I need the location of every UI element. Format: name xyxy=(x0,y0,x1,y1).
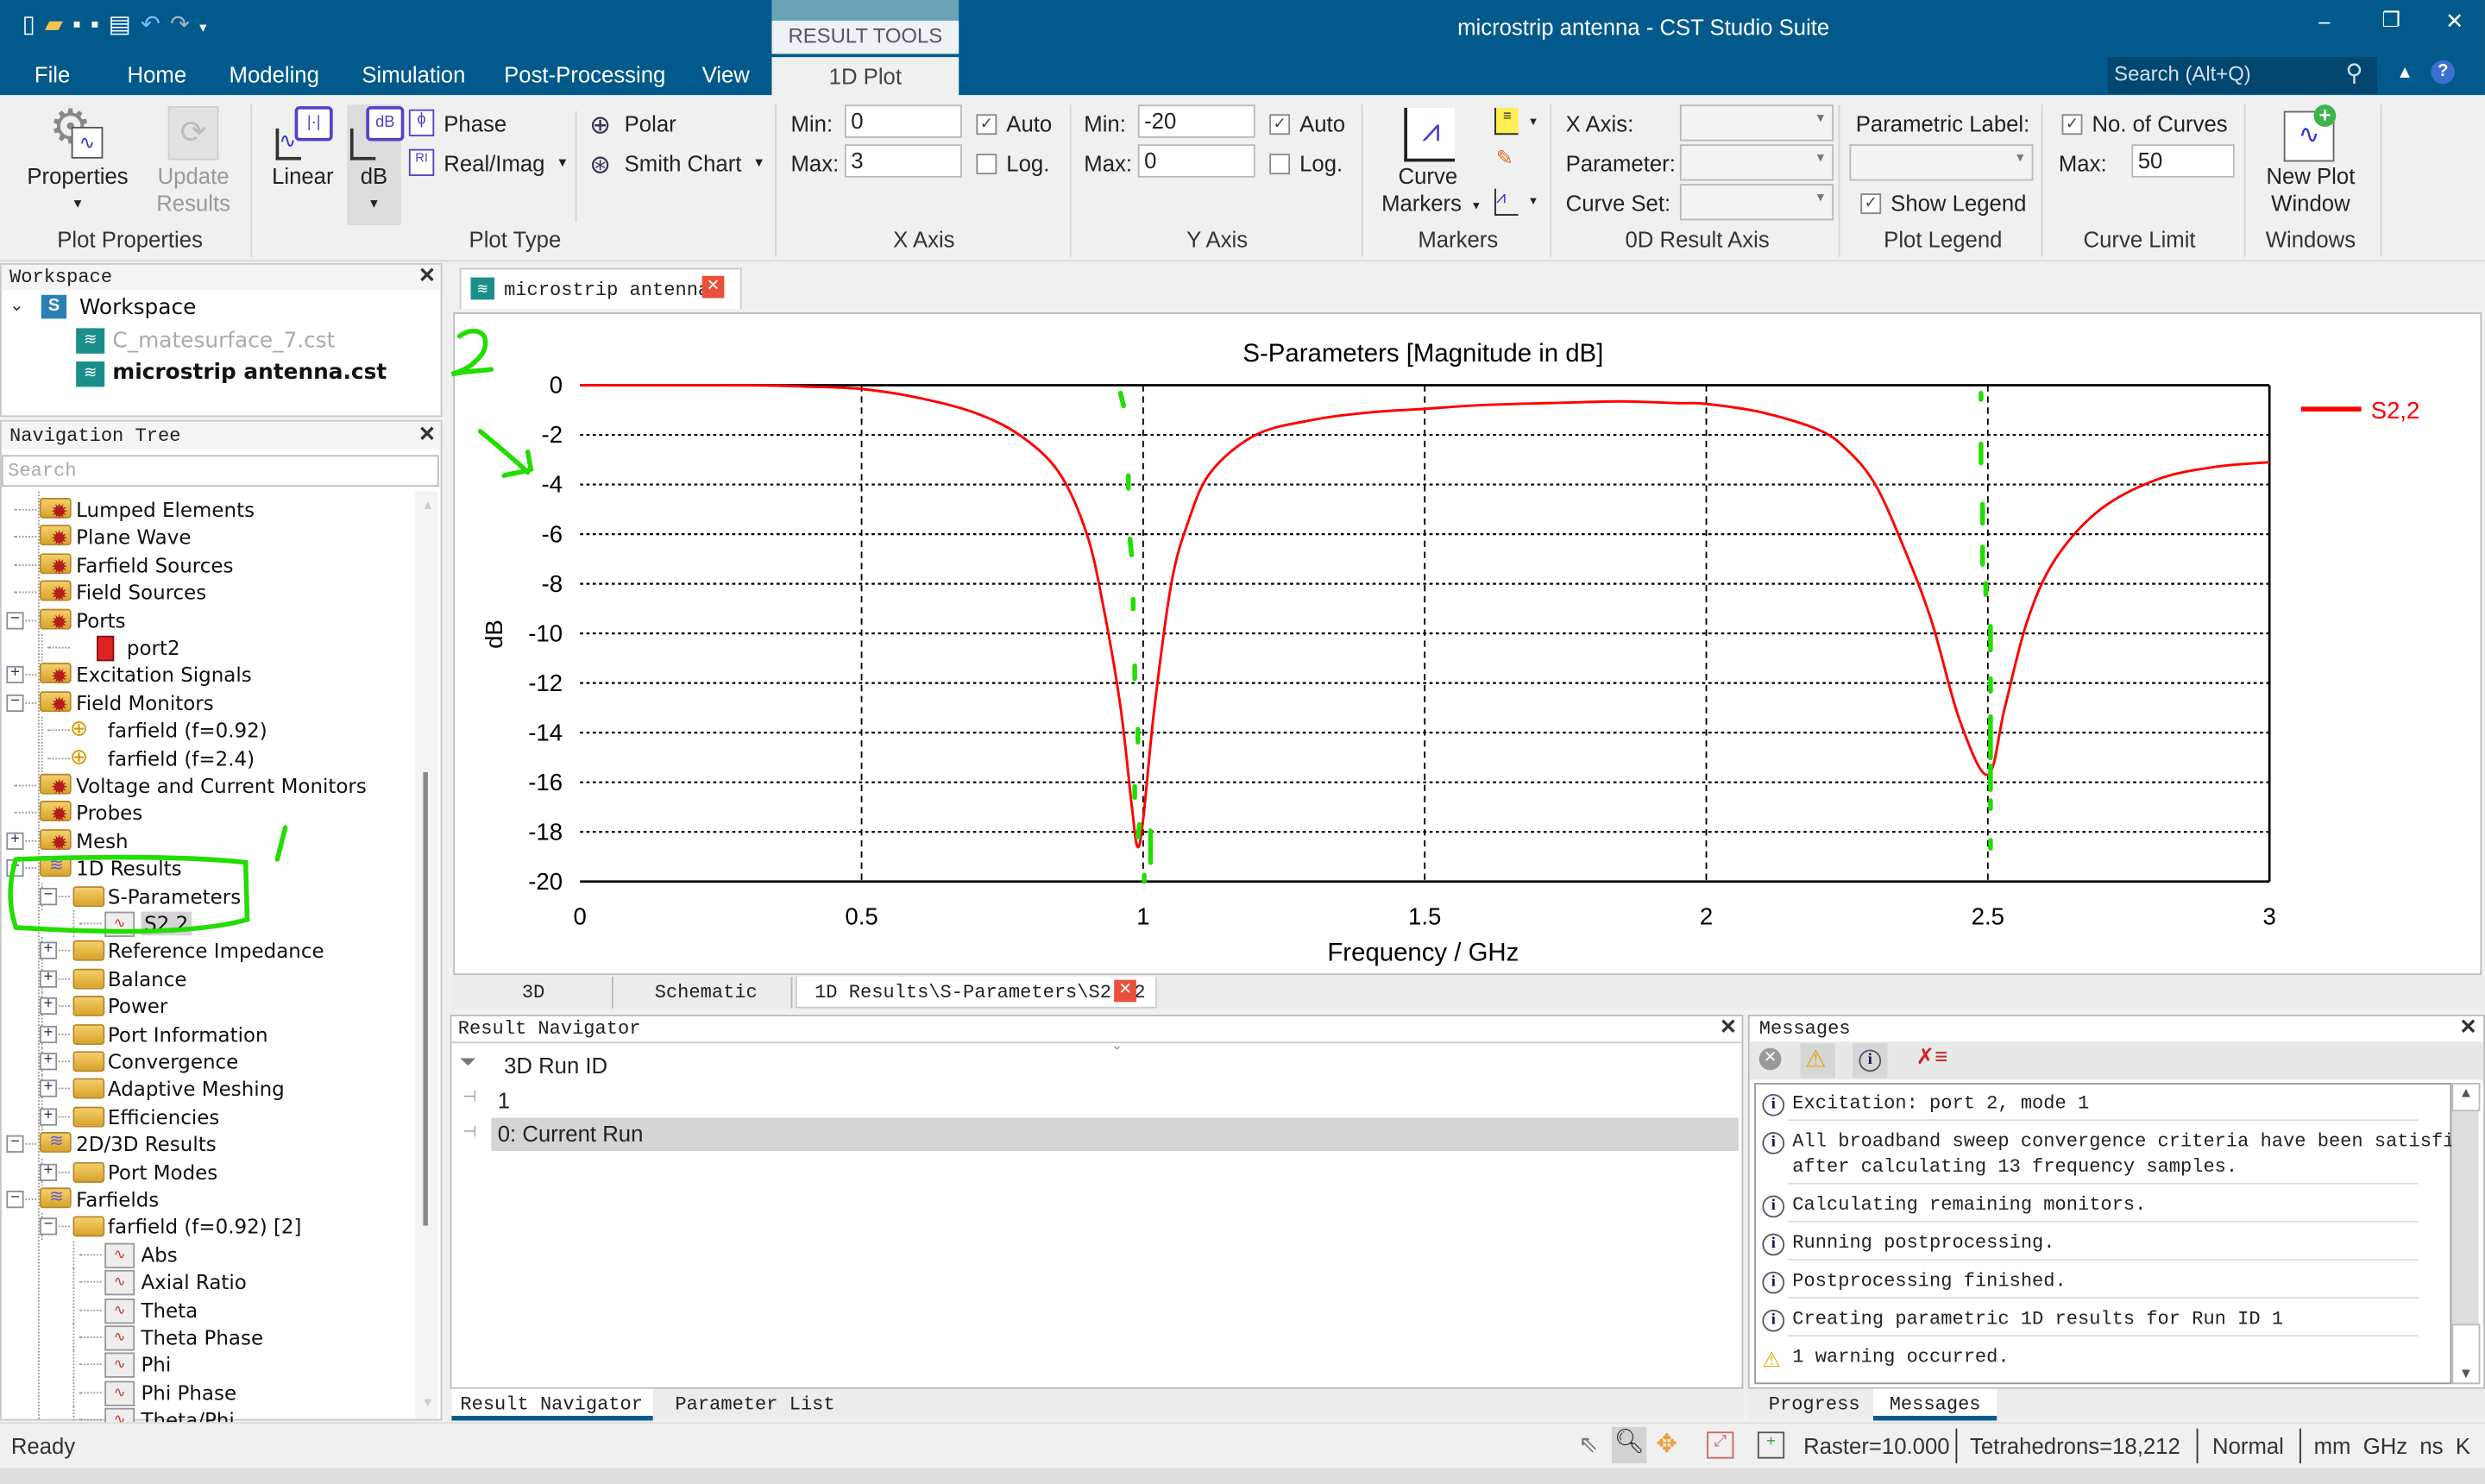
tab-post-processing[interactable]: Post-Processing xyxy=(504,62,665,87)
tab-file[interactable]: File xyxy=(35,62,70,87)
annotation-dashes-2-5ghz xyxy=(1979,390,1993,851)
annotation-number-1 xyxy=(274,825,288,862)
annotation-arrow xyxy=(477,429,534,479)
annotation-number-2 xyxy=(450,328,494,377)
tab-home[interactable]: Home xyxy=(128,62,187,87)
tab-modeling[interactable]: Modeling xyxy=(230,62,319,87)
annotation-dashes-1ghz xyxy=(1117,390,1154,884)
tab-simulation[interactable]: Simulation xyxy=(362,62,465,87)
handwritten-annotations xyxy=(8,328,1993,934)
cst-window: ▯▰▪▪▤↶↷▾ microstrip antenna - CST Studio… xyxy=(0,0,2485,1484)
tab-view[interactable]: View xyxy=(702,62,750,87)
annotation-box xyxy=(8,854,250,934)
